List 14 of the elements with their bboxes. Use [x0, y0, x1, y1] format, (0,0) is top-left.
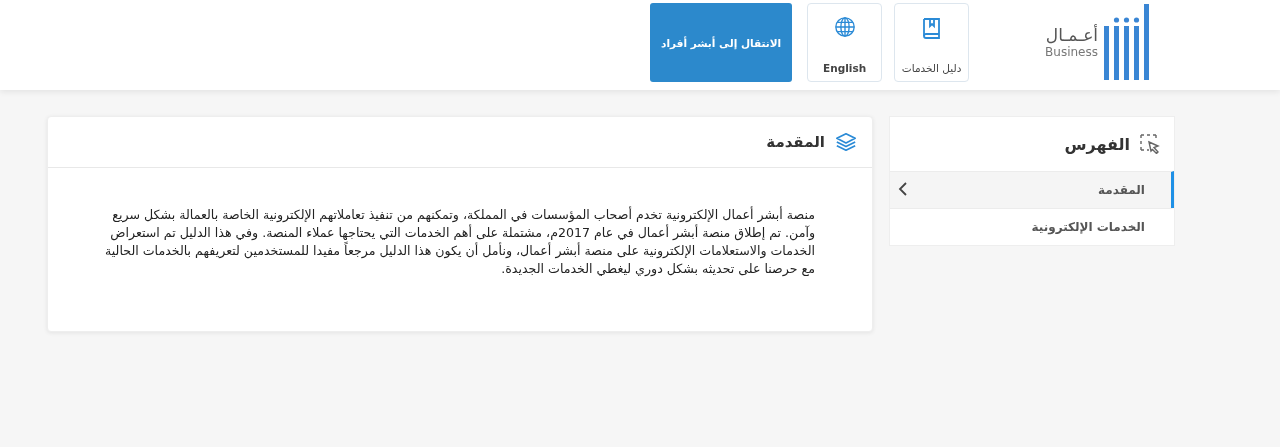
switch-portal-button[interactable]: الانتقال إلى أبشر أفراد [650, 3, 793, 82]
chevron-left-icon [898, 181, 907, 196]
section-title: المقدمة [766, 133, 825, 151]
language-button[interactable]: English [807, 3, 883, 82]
layers-icon [835, 131, 857, 153]
logo-subtitle: Business [1045, 45, 1098, 59]
guide-button[interactable]: دليل الخدمات [894, 3, 970, 82]
sidebar-title: الفهرس [1064, 134, 1130, 154]
logo-text: أعـمـال [1045, 25, 1098, 45]
sidebar-item[interactable]: المقدمة [890, 171, 1174, 208]
globe-icon [833, 16, 856, 38]
intro-paragraph: منصة أبشر أعمال الإلكترونية تخدم أصحاب المؤسسات في المملكة، وتمكنهم من تنفيذ تعاملاتهم الإلكترونية الخاصة بالعمالة بشكل سريع وآمن. تم إطلاق منصة أبشر أعمال في عام 2017م، مشتملة على أهم الخدمات التي يحتاجها عملاء المنصة. وفي هذا الدليل تم استعراض الخدمات والاستعلامات الإلكترونية على منصة أبشر أعمال، ونأمل أن يكون هذا الدليل مرجعاً مفيدا للمستخدمين لتعريفهم بالخدمات الحالية مع حرصنا على تحديثه بشكل دوري ليغطي الخدمات الجديدة. [104, 206, 815, 278]
logo-icon [1104, 4, 1152, 80]
cursor-selection-icon [1140, 134, 1160, 154]
